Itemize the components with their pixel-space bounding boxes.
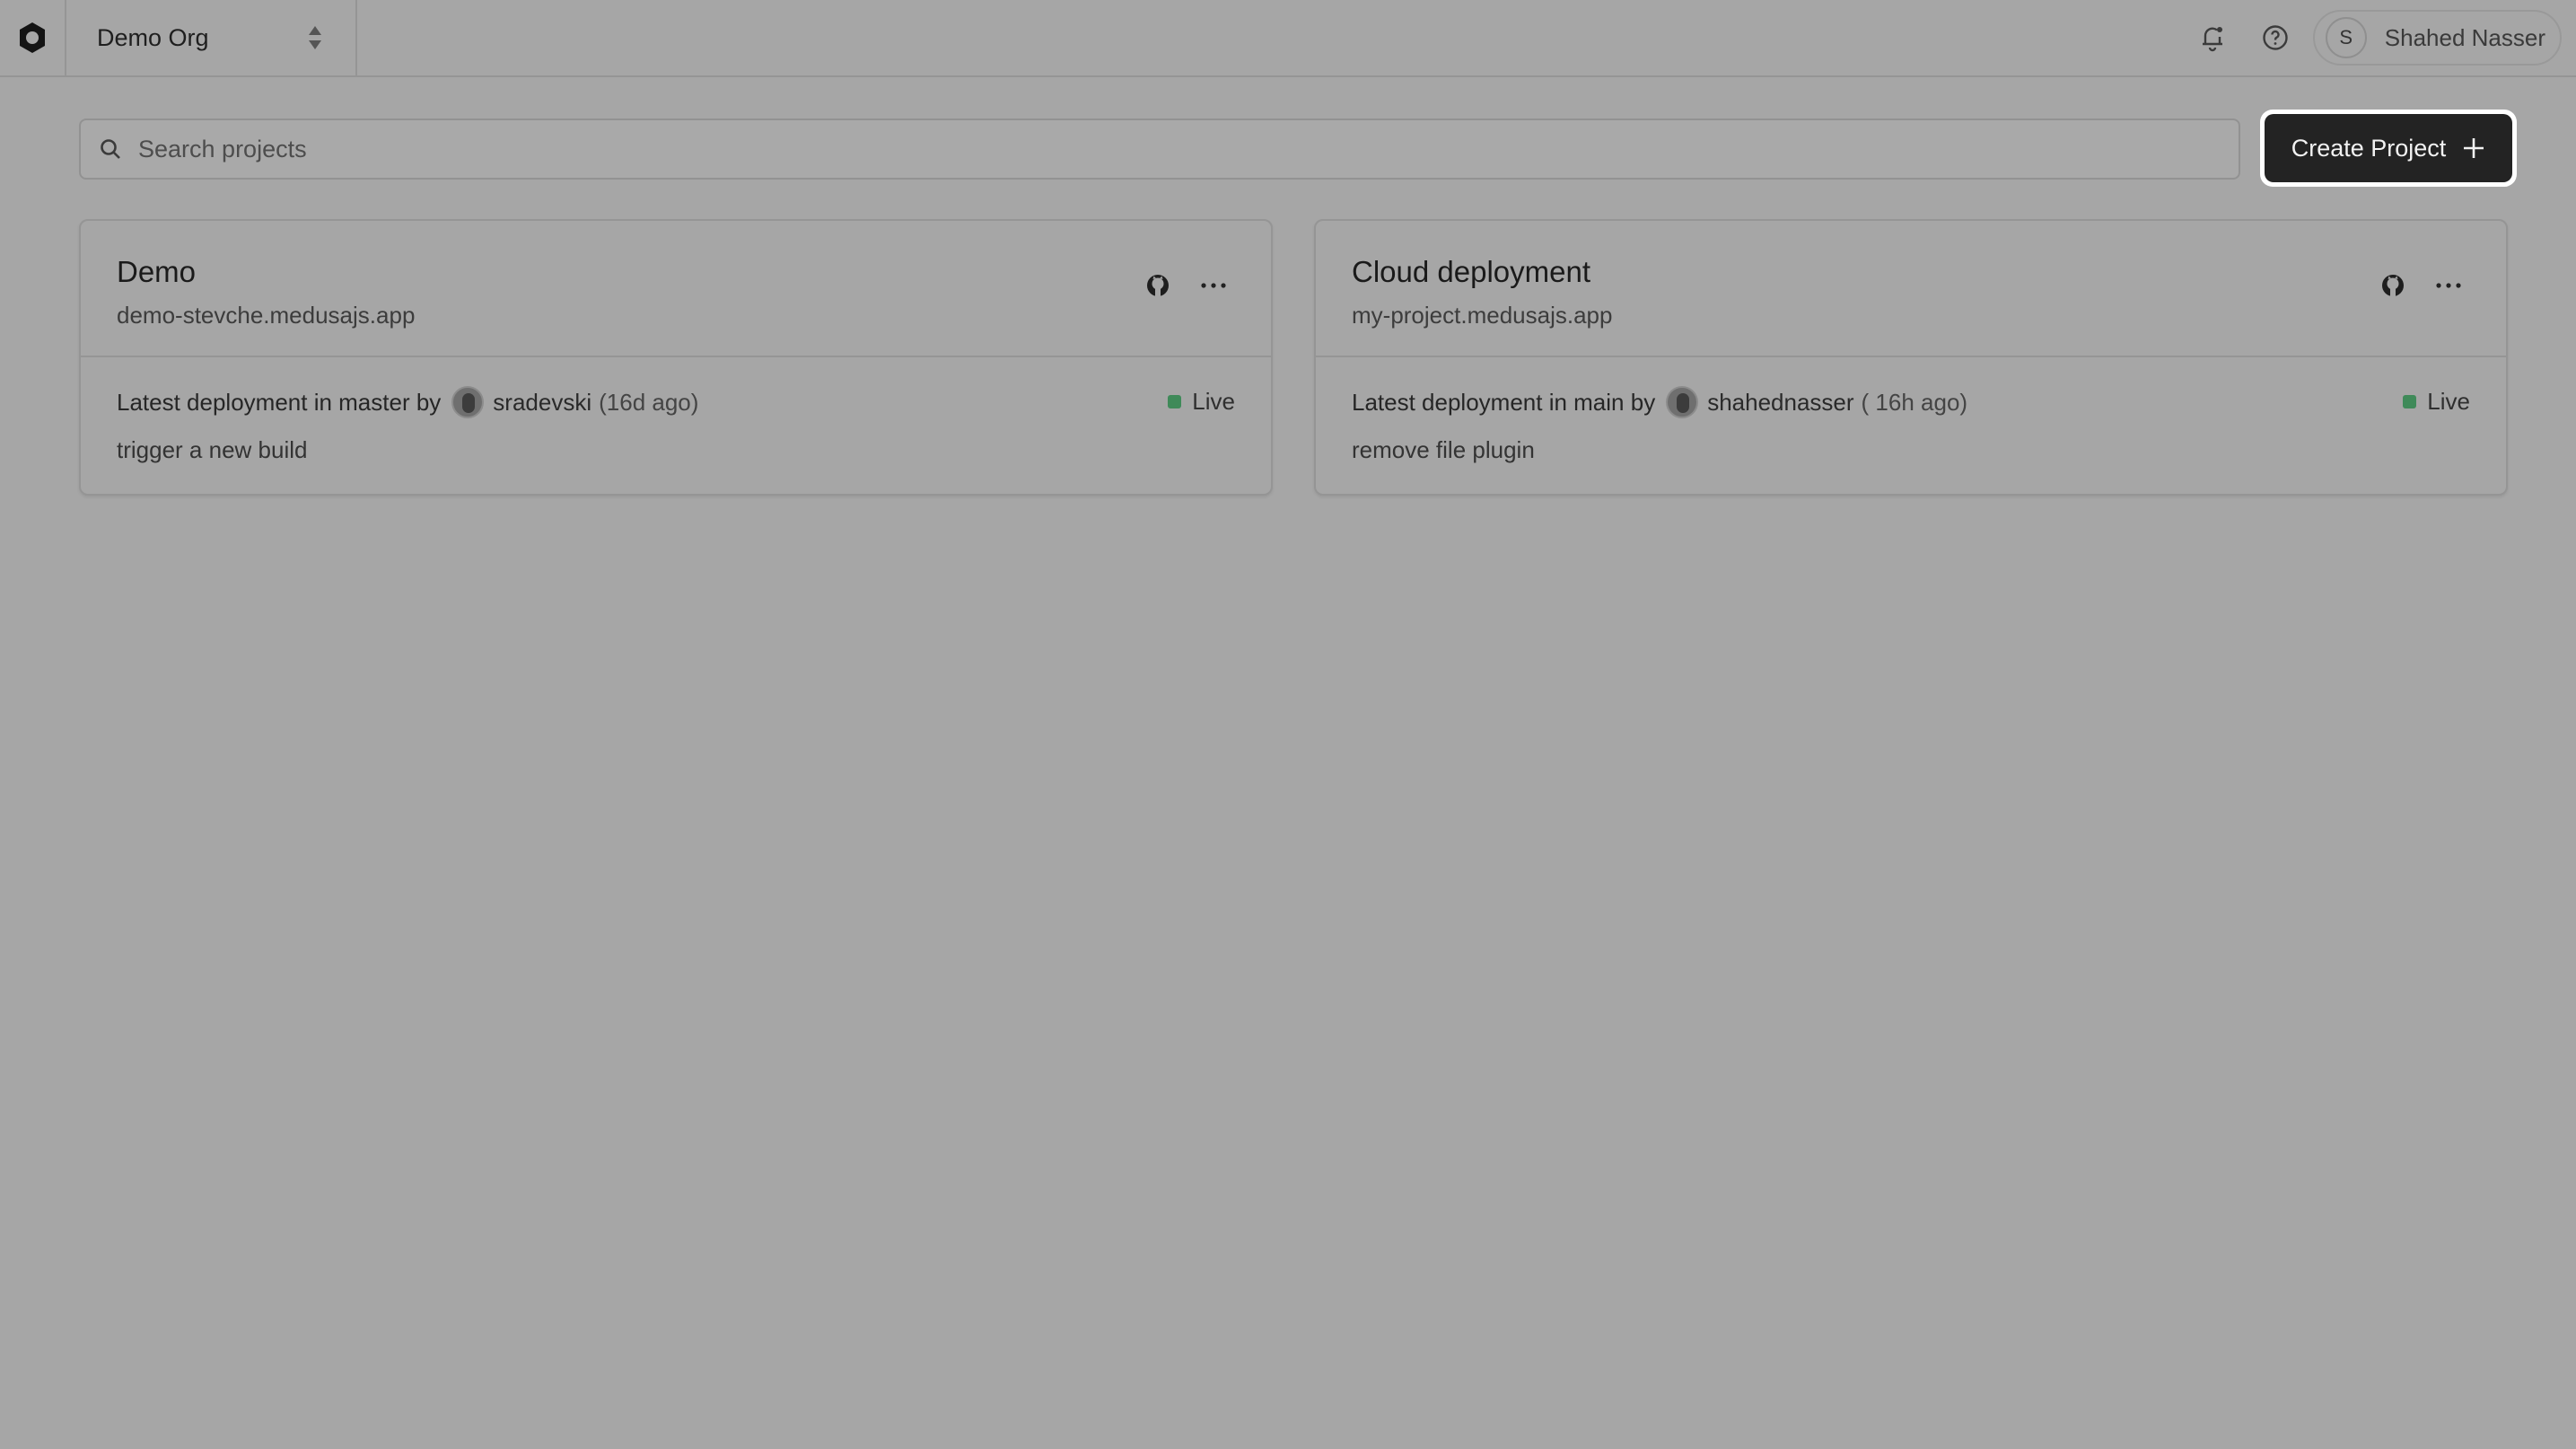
status-text: Live	[1192, 388, 1235, 415]
project-card[interactable]: Cloud deployment my-project.medusajs.app…	[1314, 219, 2508, 496]
logo[interactable]	[0, 0, 66, 75]
more-options-button[interactable]	[1196, 268, 1231, 303]
github-button[interactable]	[2375, 268, 2411, 303]
deployment-time: ( 16h ago)	[1861, 388, 1968, 416]
github-button[interactable]	[1140, 268, 1176, 303]
status-text: Live	[2427, 388, 2470, 415]
avatar	[1666, 386, 1699, 418]
create-project-label: Create Project	[2291, 134, 2447, 162]
github-icon	[1147, 275, 1169, 296]
deployment-label: Latest deployment in master by	[117, 388, 442, 416]
project-url[interactable]: my-project.medusajs.app	[1352, 302, 2506, 329]
avatar	[451, 386, 485, 418]
deployment-time: (16d ago)	[599, 388, 699, 416]
org-switcher[interactable]: Demo Org	[66, 0, 357, 75]
search-input[interactable]	[138, 135, 2203, 163]
more-options-button[interactable]	[2431, 268, 2466, 303]
commit-message[interactable]: remove file plugin	[1352, 436, 2470, 464]
create-project-button[interactable]: Create Project	[2265, 114, 2512, 182]
ellipsis-icon	[2436, 283, 2461, 288]
project-title[interactable]: Demo	[117, 255, 1271, 289]
search-icon	[101, 139, 120, 159]
latest-deployment: Latest deployment in master by sradevski…	[117, 386, 1235, 418]
project-title[interactable]: Cloud deployment	[1352, 255, 2506, 289]
project-url[interactable]: demo-stevche.medusajs.app	[117, 302, 1271, 329]
help-button[interactable]	[2250, 13, 2300, 63]
avatar: S	[2325, 17, 2367, 58]
help-circle-icon	[2263, 25, 2288, 50]
create-project-focus-ring: Create Project	[2260, 110, 2517, 187]
status-badge: Live	[1168, 388, 1235, 416]
medusa-logo-icon	[20, 22, 45, 53]
deployer-username[interactable]: shahednasser	[1707, 389, 1853, 417]
top-navigation-bar: Demo Org S Shahed Nasser	[0, 0, 2576, 77]
sort-arrows-icon	[309, 26, 321, 49]
user-menu[interactable]: S Shahed Nasser	[2312, 10, 2562, 66]
deployment-label: Latest deployment in main by	[1352, 388, 1656, 416]
status-dot-icon	[2403, 395, 2417, 408]
github-icon	[2382, 275, 2404, 296]
bell-icon	[2202, 27, 2222, 52]
latest-deployment: Latest deployment in main by shahednasse…	[1352, 386, 2470, 418]
ellipsis-icon	[1201, 283, 1226, 288]
deployer-username[interactable]: sradevski	[493, 389, 591, 417]
org-name: Demo Org	[97, 23, 209, 51]
search-bar[interactable]	[79, 119, 2240, 180]
user-name: Shahed Nasser	[2384, 23, 2545, 51]
project-card[interactable]: Demo demo-stevche.medusajs.app Latest de…	[79, 219, 1273, 496]
notifications-button[interactable]	[2187, 13, 2238, 63]
plus-icon	[2464, 138, 2484, 158]
status-badge: Live	[2403, 388, 2470, 416]
commit-message[interactable]: trigger a new build	[117, 436, 1235, 464]
status-dot-icon	[1168, 395, 1182, 408]
